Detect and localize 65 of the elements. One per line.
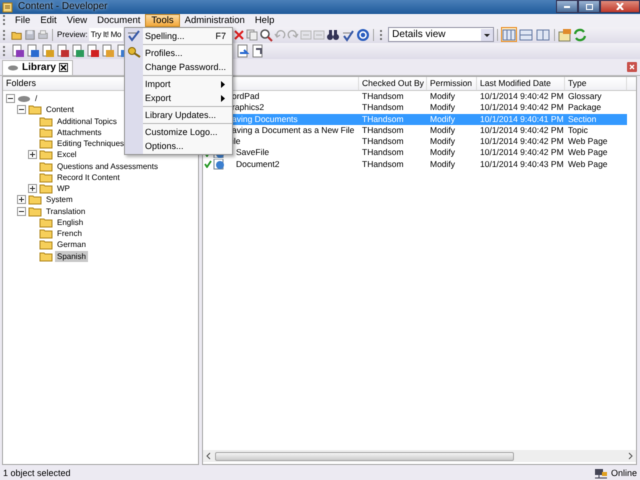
column-header[interactable]: Last Modified Date [477, 76, 565, 90]
folder-item[interactable]: Editing Techniques [55, 138, 126, 149]
table-cell[interactable]: Topic [565, 124, 627, 136]
column-header[interactable]: Type [565, 76, 627, 90]
menu-item[interactable]: Options... [125, 139, 232, 153]
folder-item[interactable]: German [55, 239, 88, 250]
folder-item[interactable]: System [44, 194, 75, 206]
menu-item[interactable]: Administration [180, 14, 250, 27]
table-cell[interactable]: Modify [427, 147, 477, 158]
folder-item[interactable]: / [33, 93, 40, 104]
table-cell[interactable]: Modify [427, 124, 477, 136]
table-cell[interactable]: 10/1/2014 9:40:42 PM [477, 102, 565, 114]
table-cell[interactable]: 10/1/2014 9:40:42 PM [477, 147, 565, 158]
library-tab[interactable]: Library [2, 60, 73, 75]
table-cell[interactable]: Document2 [232, 158, 359, 170]
folder-item[interactable]: Spanish [55, 250, 88, 262]
table-cell[interactable]: Web Page [565, 136, 627, 147]
table-cell[interactable]: THandsom [359, 102, 427, 114]
column-header[interactable]: Checked Out By [359, 76, 427, 90]
folder-item[interactable]: Content [44, 104, 76, 116]
table-cell[interactable]: Glossary [565, 91, 627, 102]
table-cell[interactable]: THandsom [359, 147, 427, 158]
folder-item[interactable]: Record It Content [55, 172, 122, 183]
column-header[interactable]: Permission [427, 76, 477, 90]
connection-status: Online [610, 468, 637, 478]
table-cell[interactable]: 10/1/2014 9:40:42 PM [477, 91, 565, 102]
view-dropdown[interactable]: Details view [388, 27, 494, 42]
table-cell[interactable]: 10/1/2014 9:40:43 PM [477, 158, 565, 170]
preview-field[interactable]: Try It! Mo [88, 28, 124, 42]
status-text: 1 object selected [3, 468, 71, 478]
menu-item[interactable]: Edit [35, 14, 62, 27]
folder-item[interactable]: Attachments [55, 126, 104, 138]
window-title: Content - Developer [18, 1, 108, 12]
table-cell[interactable]: Modify [427, 136, 477, 147]
table-cell[interactable]: Web Page [565, 147, 627, 158]
table-cell[interactable]: SaveFile [232, 147, 359, 158]
folder-item[interactable]: Questions and Assessments [55, 160, 160, 172]
table-cell[interactable]: THandsom [359, 124, 427, 136]
folder-item[interactable]: Additional Topics [55, 116, 119, 126]
menu-item[interactable]: Spelling... F7 [125, 29, 232, 43]
preview-label: Preview: [57, 30, 88, 40]
menu-item[interactable]: Export [125, 91, 232, 105]
folder-item[interactable]: Translation [44, 206, 88, 216]
menu-item[interactable]: View [62, 14, 92, 27]
folder-item[interactable]: French [55, 228, 84, 239]
table-cell[interactable]: 10/1/2014 9:40:42 PM [477, 124, 565, 136]
table-cell[interactable]: THandsom [359, 91, 427, 102]
menu-item[interactable]: Profiles... [125, 46, 232, 60]
menu-item[interactable]: Tools [145, 14, 180, 27]
menu-item[interactable]: File [10, 14, 36, 27]
menu-item[interactable]: Customize Logo... [125, 125, 232, 139]
menu-item[interactable]: Document [92, 14, 146, 27]
table-cell[interactable]: Web Page [565, 158, 627, 170]
folder-item[interactable]: Excel [55, 149, 79, 160]
table-cell[interactable]: Modify [427, 158, 477, 170]
table-cell[interactable]: THandsom [359, 136, 427, 147]
menu-item[interactable]: Change Password... [125, 60, 232, 74]
menu-item[interactable]: Help [250, 14, 280, 27]
table-cell[interactable]: Modify [427, 91, 477, 102]
table-cell[interactable]: Modify [427, 102, 477, 114]
folder-item[interactable]: WP [55, 183, 72, 194]
table-cell[interactable]: 10/1/2014 9:40:42 PM [477, 136, 565, 147]
table-cell[interactable]: THandsom [359, 158, 427, 170]
folder-item[interactable]: English [55, 216, 86, 228]
table-cell[interactable]: Package [565, 102, 627, 114]
